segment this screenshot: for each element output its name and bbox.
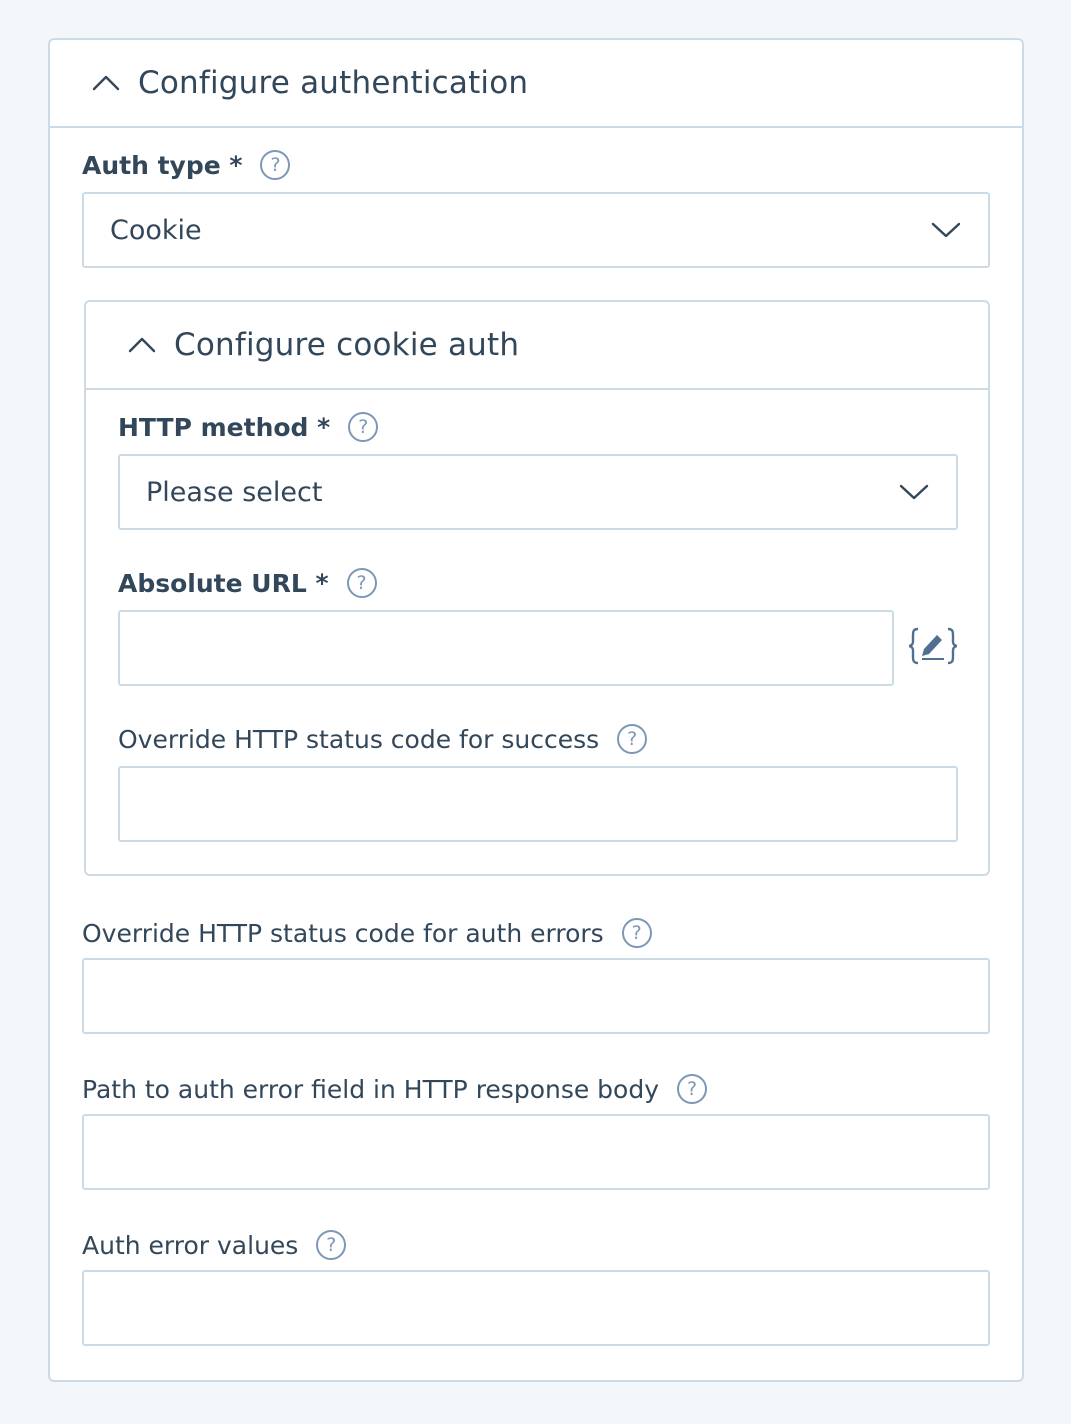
http-method-select[interactable]: Please select (118, 454, 958, 530)
question-circle-icon[interactable]: ? (316, 1230, 347, 1260)
chevron-up-icon (92, 75, 120, 91)
section-title: Configure authentication (138, 65, 529, 101)
auth-error-values-input[interactable] (82, 1270, 990, 1346)
auth-type-label-text: Auth type * (82, 150, 243, 180)
auth-error-values-label-text: Auth error values (82, 1230, 299, 1260)
auth-error-path-label: Path to auth error field in HTTP respons… (82, 1074, 708, 1104)
chevron-down-icon (899, 484, 929, 500)
auth-error-path-input[interactable] (82, 1114, 990, 1190)
question-circle-icon[interactable]: ? (346, 568, 377, 598)
chevron-down-icon (931, 222, 961, 238)
question-circle-icon[interactable]: ? (617, 724, 648, 754)
absolute-url-label: Absolute URL * ? (118, 568, 377, 598)
http-method-label-text: HTTP method * (118, 412, 331, 442)
auth-error-path-label-text: Path to auth error field in HTTP respons… (82, 1074, 660, 1104)
auth-error-code-label: Override HTTP status code for auth error… (82, 918, 652, 948)
auth-error-values-label: Auth error values ? (82, 1230, 347, 1260)
insert-variable-button[interactable] (908, 626, 958, 666)
http-method-label: HTTP method * ? (118, 412, 379, 442)
configure-authentication-toggle[interactable]: Configure authentication (50, 40, 1022, 128)
question-circle-icon[interactable]: ? (260, 150, 291, 180)
absolute-url-input[interactable] (118, 610, 894, 686)
cookie-auth-toggle[interactable]: Configure cookie auth (86, 302, 988, 390)
auth-error-code-input[interactable] (82, 958, 990, 1034)
question-circle-icon[interactable]: ? (677, 1074, 708, 1104)
auth-type-value: Cookie (110, 214, 202, 246)
absolute-url-label-text: Absolute URL * (118, 568, 329, 598)
success-code-input[interactable] (118, 766, 958, 842)
cookie-auth-panel: Configure cookie auth HTTP method * ? Pl… (84, 300, 990, 876)
question-circle-icon[interactable]: ? (348, 412, 379, 442)
curly-braces-pencil-icon (908, 627, 958, 665)
cookie-auth-title: Configure cookie auth (174, 327, 520, 363)
auth-error-code-label-text: Override HTTP status code for auth error… (82, 918, 604, 948)
http-method-value: Please select (146, 476, 323, 508)
auth-type-label: Auth type * ? (82, 150, 291, 180)
configure-authentication-panel: Configure authentication Auth type * ? C… (48, 38, 1024, 1382)
chevron-up-icon (128, 337, 156, 353)
success-code-label-text: Override HTTP status code for success (118, 724, 600, 754)
success-code-label: Override HTTP status code for success ? (118, 724, 648, 754)
auth-type-select[interactable]: Cookie (82, 192, 990, 268)
question-circle-icon[interactable]: ? (621, 918, 652, 948)
